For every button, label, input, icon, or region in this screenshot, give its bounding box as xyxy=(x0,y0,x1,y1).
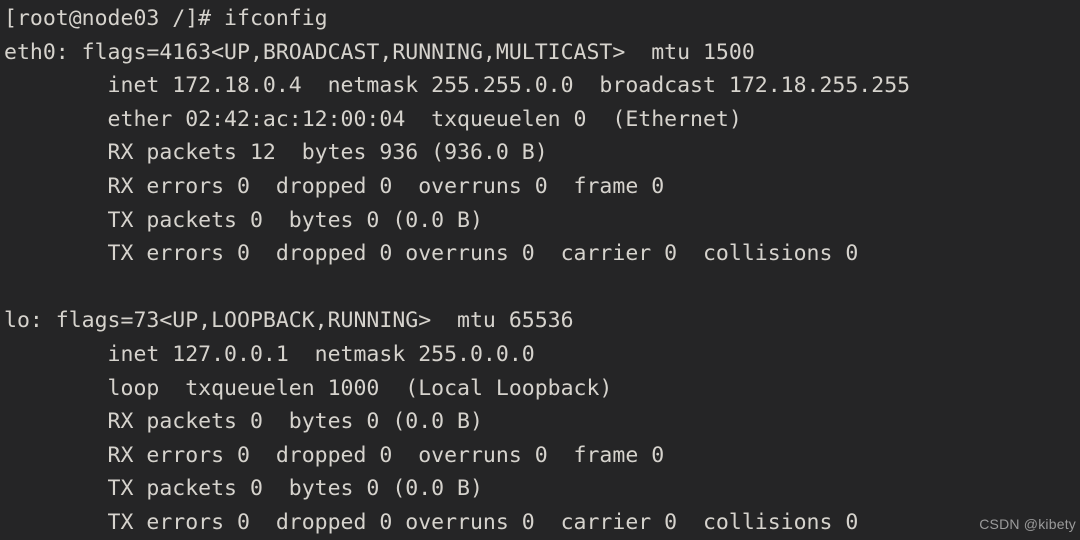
terminal-line-lo-tx-errors: TX errors 0 dropped 0 overruns 0 carrier… xyxy=(4,509,859,535)
terminal-line-eth0-rx-errors: RX errors 0 dropped 0 overruns 0 frame 0 xyxy=(4,173,665,199)
terminal-line-eth0-ether: ether 02:42:ac:12:00:04 txqueuelen 0 (Et… xyxy=(4,106,742,132)
terminal-line-lo-inet: inet 127.0.0.1 netmask 255.0.0.0 xyxy=(4,341,535,367)
terminal-output[interactable]: [root@node03 /]# ifconfig eth0: flags=41… xyxy=(4,2,1080,540)
terminal-line-eth0-tx-errors: TX errors 0 dropped 0 overruns 0 carrier… xyxy=(4,241,859,267)
terminal-line-lo-loop: loop txqueuelen 1000 (Local Loopback) xyxy=(4,375,613,401)
terminal-line-eth0-tx-packets: TX packets 0 bytes 0 (0.0 B) xyxy=(4,207,483,233)
terminal-line-eth0-inet: inet 172.18.0.4 netmask 255.255.0.0 broa… xyxy=(4,73,911,99)
terminal-window[interactable]: [root@node03 /]# ifconfig eth0: flags=41… xyxy=(0,0,1080,540)
terminal-line-eth0-rx-packets: RX packets 12 bytes 936 (936.0 B) xyxy=(4,140,548,166)
terminal-line-prompt-command: [root@node03 /]# ifconfig xyxy=(4,6,328,31)
terminal-line-lo-flags: lo: flags=73<UP,LOOPBACK,RUNNING> mtu 65… xyxy=(4,308,574,334)
terminal-line-lo-tx-packets: TX packets 0 bytes 0 (0.0 B) xyxy=(4,476,483,502)
terminal-line-lo-rx-packets: RX packets 0 bytes 0 (0.0 B) xyxy=(4,409,483,435)
terminal-line-eth0-flags: eth0: flags=4163<UP,BROADCAST,RUNNING,MU… xyxy=(4,39,755,65)
terminal-line-lo-rx-errors: RX errors 0 dropped 0 overruns 0 frame 0 xyxy=(4,442,665,468)
